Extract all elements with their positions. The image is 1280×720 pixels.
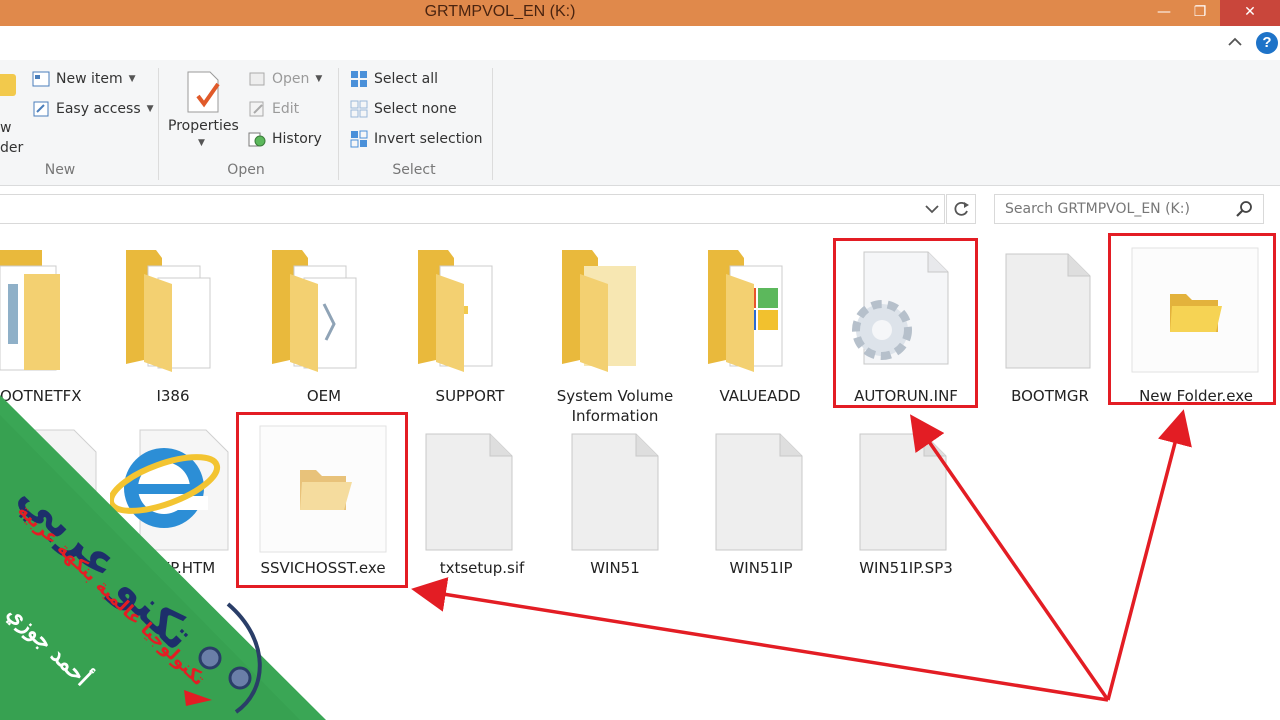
arrow-to-autorun (910, 414, 1110, 701)
arrow-to-new-folder-exe (1106, 409, 1192, 701)
annotation-arrows (411, 409, 1192, 702)
arrow-to-ssvichosst (411, 577, 1109, 702)
